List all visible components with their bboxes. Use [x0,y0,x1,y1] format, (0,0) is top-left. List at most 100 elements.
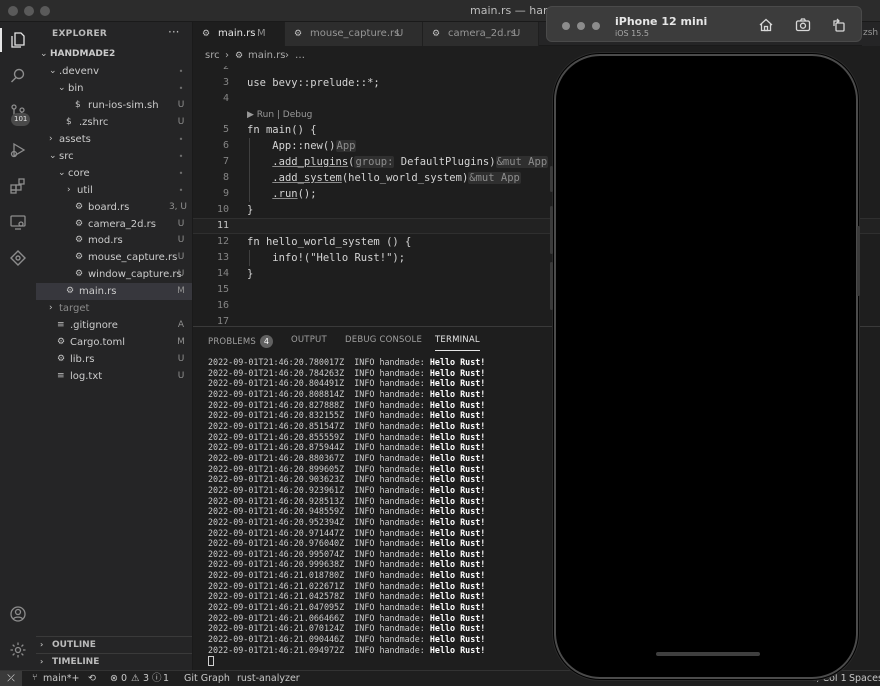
breadcrumb-file[interactable]: main.rs [248,46,286,66]
tab-main-rs[interactable]: ⚙ main.rs M [193,22,285,46]
log-timestamp: 2022-09-01T21:46:21.022671Z [208,580,355,591]
files-icon[interactable] [0,28,30,52]
code-text: } [247,268,254,280]
breadcrumb-folder[interactable]: src [205,46,220,66]
tab-debug-console[interactable]: DEBUG CONSOLE [345,335,422,351]
log-message: Hello Rust! [429,420,486,431]
log-target: handmade: [379,410,430,421]
line-number: 13 [216,252,229,263]
search-icon[interactable] [6,64,30,88]
tab-mouse-capture-rs[interactable]: ⚙ mouse_capture.rs U [285,22,423,46]
git-status-badge: • [178,83,184,93]
line-number: 14 [216,268,229,279]
rust-analyzer-status[interactable]: rust-analyzer [237,671,300,686]
shell-file-icon: $ [66,116,72,127]
tree-folder[interactable]: ⌄ .devenv • [36,63,192,80]
warning-count[interactable]: 3 [143,671,149,686]
minimize-window-button[interactable] [24,6,34,16]
rust-file-icon: ⚙ [202,29,211,39]
error-count[interactable]: 0 [121,671,127,686]
tree-file[interactable]: ≡ .gitignore A [36,317,192,334]
tab-camera-2d-rs[interactable]: ⚙ camera_2d.rs U [423,22,539,46]
tree-file[interactable]: ⚙ main.rs M [36,283,192,301]
log-target: handmade: [379,388,430,399]
tree-folder[interactable]: ⌄ bin • [36,80,192,97]
log-target: handmade: [379,506,430,517]
explorer-more-actions-icon[interactable]: ··· [168,25,179,39]
tree-file[interactable]: ⚙ Cargo.toml M [36,334,192,351]
info-count[interactable]: 1 [163,671,169,686]
tree-file[interactable]: ⚙ mod.rs U [36,232,192,249]
run-debug-codelens[interactable]: ▶ Run | Debug [247,108,312,122]
git-status-badge: U [177,371,185,382]
tree-item-label: run-ios-sim.sh [88,99,159,111]
chevron-right-icon: › [67,184,71,195]
tab-output[interactable]: OUTPUT [291,335,327,351]
tree-file[interactable]: ⚙ camera_2d.rs U [36,216,192,233]
rotate-icon[interactable] [829,15,849,35]
remote-indicator-icon[interactable]: ⤫ [0,671,22,686]
breadcrumb-symbol[interactable]: … [295,46,305,66]
screenshot-icon[interactable] [793,15,813,35]
settings-gear-icon[interactable] [6,638,30,662]
timeline-section[interactable]: › TIMELINE [36,653,192,670]
tree-file[interactable]: ⚙ mouse_capture.rs U [36,249,192,266]
log-timestamp: 2022-09-01T21:46:21.042578Z [208,591,355,602]
git-status-badge: • [178,134,184,144]
tree-folder[interactable]: ⌄ src • [36,148,192,165]
code-text: .run(); [272,188,317,200]
tree-file[interactable]: $ run-ios-sim.sh U [36,97,192,114]
simulator-zoom-button[interactable] [592,22,600,30]
tree-item-label: src [59,150,74,162]
outline-section[interactable]: › OUTLINE [36,636,192,653]
sync-icon[interactable]: ⟲ [88,671,96,686]
tree-file[interactable]: ⚙ lib.rs U [36,351,192,368]
log-message: Hello Rust! [429,538,486,549]
log-level: INFO [354,538,380,549]
git-status-badge: U [177,235,185,246]
extensions-icon[interactable] [6,174,30,198]
home-icon[interactable] [756,15,776,35]
tree-item-label: HANDMADE2 [50,49,116,59]
chevron-right-icon: › [49,303,53,314]
tab-status: U [513,28,521,39]
rust-file-icon: ⚙ [75,235,84,246]
log-level: INFO [354,495,380,506]
tab-problems[interactable]: PROBLEMS 4 [208,335,273,351]
log-level: INFO [354,506,380,517]
simulator-minimize-button[interactable] [577,22,585,30]
account-icon[interactable] [6,602,30,626]
line-number: 7 [222,156,229,167]
indentation-spaces[interactable]: Spaces [849,671,880,686]
tree-folder[interactable]: ⌄ HANDMADE2 [36,46,192,63]
home-indicator[interactable] [656,652,760,656]
remote-explorer-icon[interactable] [6,210,30,234]
iphone-simulator-screen[interactable] [550,54,860,679]
rust-file-icon: ⚙ [66,286,75,297]
log-level: INFO [354,420,380,431]
git-branch[interactable]: main*+ [43,671,79,686]
rust-analyzer-icon[interactable] [6,246,30,270]
code-text: info!("Hello Rust!"); [247,252,406,264]
tree-file[interactable]: ≡ log.txt U [36,368,192,385]
tab-terminal[interactable]: TERMINAL [435,335,480,351]
tree-folder[interactable]: › assets • [36,131,192,148]
tree-folder[interactable]: › target [36,300,192,317]
git-status-badge: U [177,354,185,365]
text-file-icon: ≡ [57,320,65,331]
simulator-close-button[interactable] [562,22,570,30]
error-icon: ⊗ [110,673,118,684]
partial-tab[interactable]: zsh [862,22,880,46]
run-debug-icon[interactable] [6,138,30,162]
close-window-button[interactable] [8,6,18,16]
log-timestamp: 2022-09-01T21:46:20.875944Z [208,442,355,453]
git-graph-button[interactable]: Git Graph [184,671,230,686]
tree-file[interactable]: $ .zshrc U [36,114,192,131]
tree-folder[interactable]: › util • [36,182,192,199]
tree-file[interactable]: ⚙ window_capture.rs U [36,266,192,283]
tree-folder[interactable]: ⌄ core • [36,165,192,182]
tree-file[interactable]: ⚙ board.rs 3, U [36,199,192,216]
zoom-window-button[interactable] [40,6,50,16]
log-message: Hello Rust! [429,431,486,442]
shell-file-icon: $ [75,99,81,110]
